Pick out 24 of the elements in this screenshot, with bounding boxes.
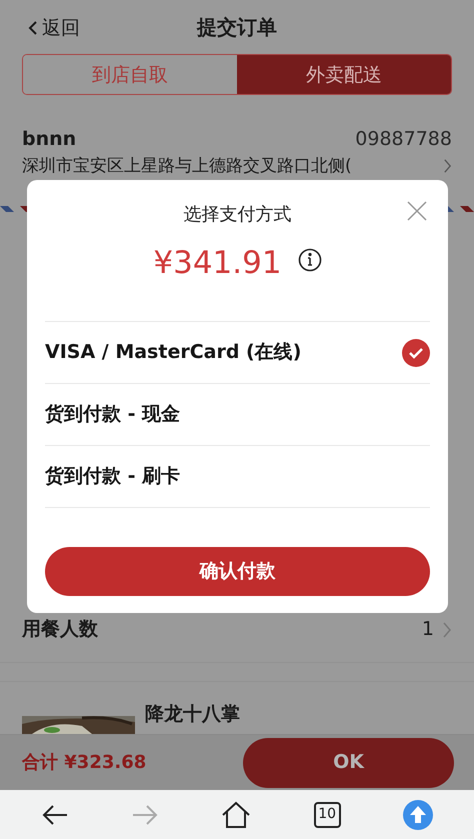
dish-name: 降龙十八掌	[145, 702, 240, 727]
close-icon[interactable]	[406, 200, 428, 222]
payment-amount: ¥341.91	[153, 248, 282, 279]
chevron-right-icon	[442, 620, 452, 639]
address-text: 深圳市宝安区上星路与上德路交叉路口北侧(	[22, 156, 352, 176]
check-circle-icon	[402, 338, 430, 366]
info-icon[interactable]	[298, 248, 322, 272]
delivery-tab[interactable]: 外卖配送	[237, 55, 451, 94]
contact-name: bnnn	[22, 127, 76, 152]
home-icon[interactable]	[221, 800, 252, 828]
dialog-title: 选择支付方式	[184, 202, 292, 226]
diners-value: 1	[422, 617, 434, 642]
back-button[interactable]: 返回	[28, 14, 80, 42]
ok-button[interactable]: OK	[243, 738, 454, 788]
diners-label: 用餐人数	[22, 617, 98, 642]
order-total: 合计 ¥323.68	[22, 751, 146, 775]
contact-phone: 09887788	[355, 127, 452, 152]
upload-icon[interactable]	[402, 800, 433, 830]
back-chevron-icon	[28, 20, 38, 36]
confirm-payment-button[interactable]: 确认付款	[45, 547, 430, 596]
tab-count-button[interactable]: 10	[314, 802, 341, 828]
back-arrow-icon[interactable]	[41, 804, 70, 826]
page-title: 提交订单	[197, 14, 277, 42]
chevron-right-icon	[443, 158, 452, 174]
